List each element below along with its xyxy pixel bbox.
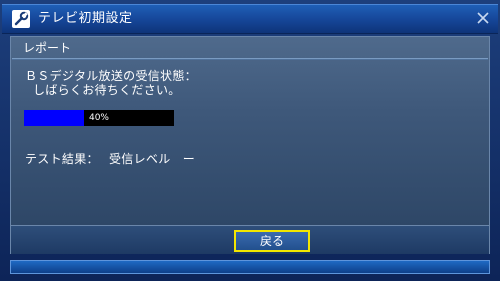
please-wait-message: しばらくお待ちください。	[33, 83, 181, 97]
bottom-status-bar	[10, 260, 490, 274]
progress-bar: 40%	[24, 110, 174, 126]
back-button[interactable]: 戻る	[234, 230, 310, 252]
title-bar: テレビ初期設定	[2, 4, 498, 34]
footer-bar: 戻る	[10, 226, 490, 254]
section-divider	[12, 58, 488, 60]
window-frame: テレビ初期設定 レポート ＢＳデジタル放送の受信状態： しばらくお待ちください。…	[0, 0, 500, 281]
close-icon[interactable]	[476, 10, 490, 24]
progress-percent-label: 40%	[88, 113, 109, 123]
report-panel: レポート ＢＳデジタル放送の受信状態： しばらくお待ちください。 40% テスト…	[10, 36, 490, 226]
wrench-icon	[12, 10, 30, 28]
section-title: レポート	[23, 41, 72, 55]
test-result-label: テスト結果：	[25, 152, 99, 166]
reception-level-value: 受信レベル ー	[109, 152, 196, 166]
window-title: テレビ初期設定	[38, 11, 133, 26]
